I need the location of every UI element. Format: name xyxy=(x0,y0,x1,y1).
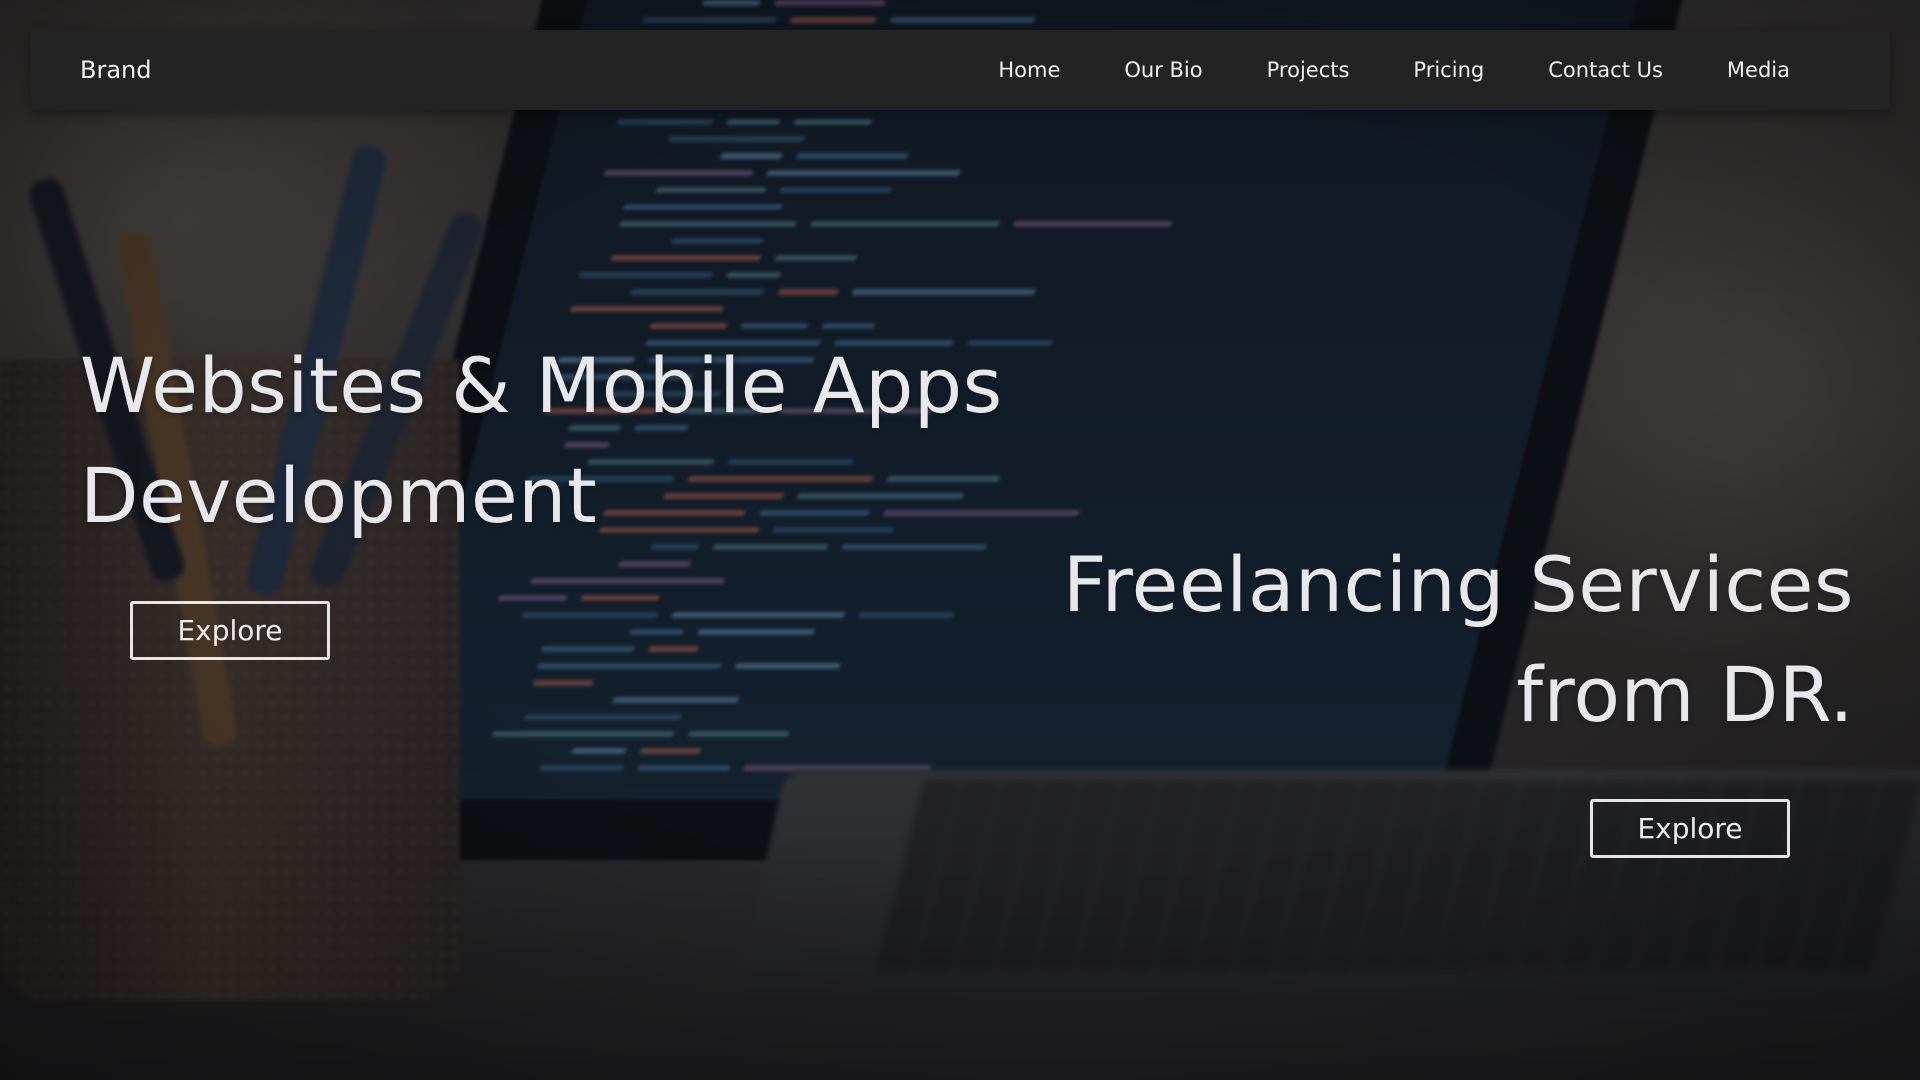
nav-link-our-bio[interactable]: Our Bio xyxy=(1092,58,1234,82)
nav-item-media: Media xyxy=(1695,58,1790,82)
brand-logo-link[interactable]: Brand xyxy=(80,56,151,84)
nav-item-projects: Projects xyxy=(1235,58,1382,82)
nav-link-pricing[interactable]: Pricing xyxy=(1381,58,1516,82)
nav-link-projects[interactable]: Projects xyxy=(1235,58,1382,82)
nav-item-home: Home xyxy=(998,58,1092,82)
nav-item-our-bio: Our Bio xyxy=(1092,58,1234,82)
hero-headline-left-line1: Websites & Mobile Apps xyxy=(80,341,1003,430)
hero-section: Brand Home Our Bio Projects Pricing Cont… xyxy=(0,0,1920,1080)
hero-headline-right-line2: from DR. xyxy=(1516,650,1854,739)
nav-links: Home Our Bio Projects Pricing Contact Us… xyxy=(998,58,1790,82)
hero-headline-right-line1: Freelancing Services xyxy=(1062,540,1854,629)
explore-button-left[interactable]: Explore xyxy=(130,601,330,660)
nav-link-home[interactable]: Home xyxy=(998,58,1092,82)
hero-headline-right: Freelancing Services from DR. xyxy=(994,530,1854,750)
explore-button-right[interactable]: Explore xyxy=(1590,799,1790,858)
hero-headline-left-line2: Development xyxy=(80,451,598,540)
nav-item-pricing: Pricing xyxy=(1381,58,1516,82)
nav-link-contact-us[interactable]: Contact Us xyxy=(1516,58,1695,82)
nav-link-media[interactable]: Media xyxy=(1695,58,1790,82)
hero-headline-left: Websites & Mobile Apps Development xyxy=(80,331,1060,551)
nav-item-contact-us: Contact Us xyxy=(1516,58,1695,82)
navbar: Brand Home Our Bio Projects Pricing Cont… xyxy=(30,30,1890,110)
